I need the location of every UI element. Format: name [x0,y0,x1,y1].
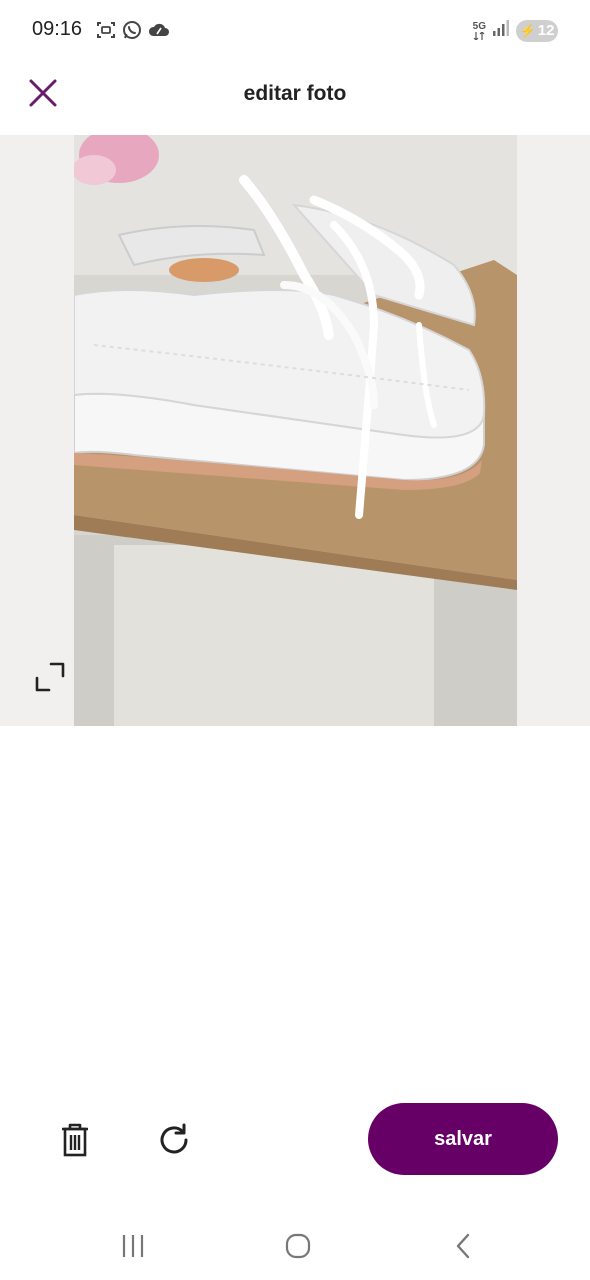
photo-image [74,135,517,726]
cloud-icon [148,21,170,44]
status-icons-left [96,20,170,45]
screenshot-icon [96,20,116,45]
recent-apps-button[interactable] [113,1230,153,1262]
network-5g-icon: 5G [472,20,486,40]
header: editar foto [0,62,590,134]
rotate-button[interactable] [154,1120,194,1160]
status-icons-right: 5G ⚡ 12 [473,19,558,42]
home-icon [285,1233,311,1259]
photo-preview[interactable] [74,135,517,726]
bottom-toolbar: salvar [0,1100,590,1180]
status-bar: 09:16 5G ⚡ 12 [0,0,590,62]
battery-level: 12 [537,22,555,39]
whatsapp-icon [122,20,142,45]
page-title: editar foto [243,82,347,105]
rotate-icon [160,1123,188,1154]
trash-icon [62,1123,88,1157]
expand-icon [35,662,65,692]
back-button[interactable] [443,1230,483,1262]
expand-button[interactable] [32,659,68,695]
home-button[interactable] [278,1230,318,1262]
save-button[interactable]: salvar [368,1103,558,1175]
navigation-bar [0,1214,590,1280]
battery-icon: ⚡ 12 [516,19,558,42]
charging-icon: ⚡ [519,22,536,38]
status-time: 09:16 [32,18,83,40]
signal-icon [492,19,510,42]
recent-apps-icon [122,1235,144,1257]
back-icon [456,1233,470,1259]
photo-editor-area [0,135,590,726]
delete-button[interactable] [56,1120,94,1160]
network-label: 5G [472,20,486,32]
